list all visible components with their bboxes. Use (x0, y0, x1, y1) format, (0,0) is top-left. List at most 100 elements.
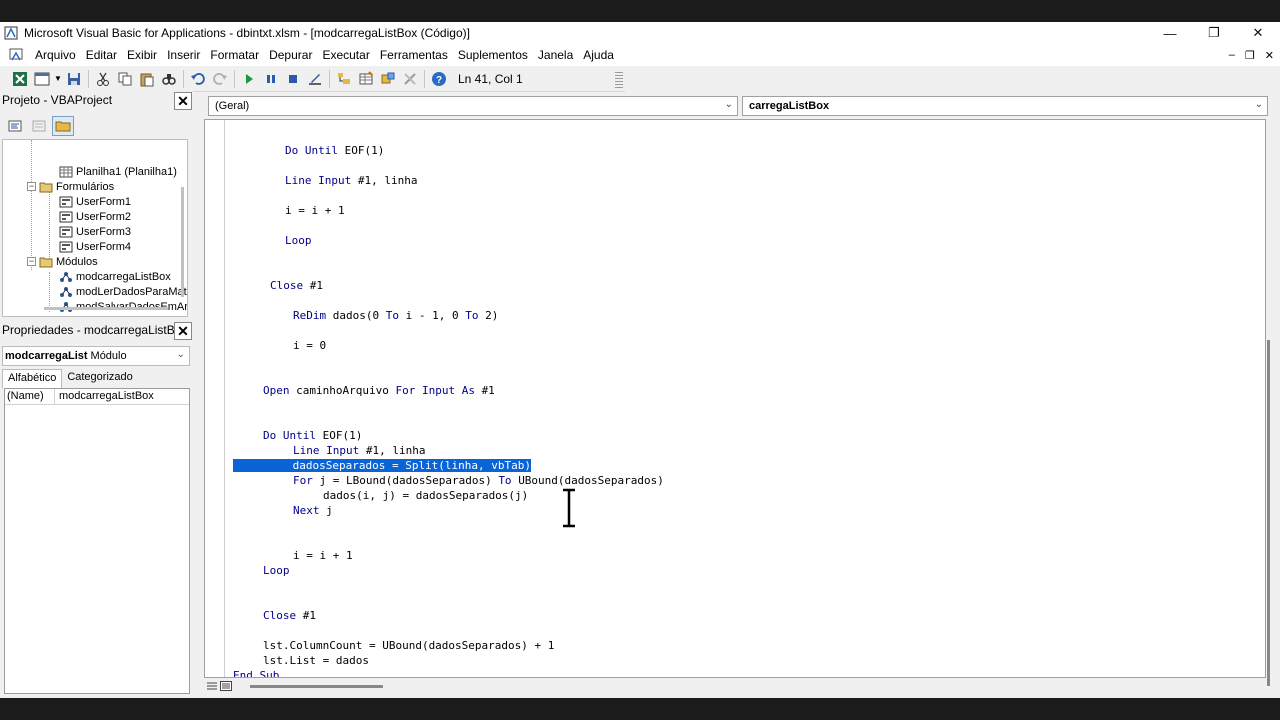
insert-userform-icon[interactable] (32, 69, 52, 89)
save-icon[interactable] (64, 69, 84, 89)
tree-item-modulos[interactable]: − Módulos (27, 254, 98, 269)
copy-icon[interactable] (115, 69, 135, 89)
tree-item-label: UserForm2 (76, 210, 132, 223)
code-horizontal-scroll-thumb[interactable] (250, 685, 383, 688)
menu-editar[interactable]: Editar (81, 48, 122, 62)
menu-exibir[interactable]: Exibir (122, 48, 162, 62)
code-line[interactable]: i = i + 1 (285, 204, 345, 218)
property-value[interactable]: modcarregaListBox (55, 389, 154, 404)
title-bar: Microsoft Visual Basic for Applications … (0, 22, 1280, 44)
code-line[interactable]: Line Input #1, linha (285, 174, 417, 188)
code-line[interactable]: Close #1 (270, 279, 323, 293)
collapse-icon[interactable]: − (27, 182, 36, 191)
selected-code-text[interactable]: dadosSeparados = Split(linha, vbTab) (292, 459, 532, 472)
menu-inserir[interactable]: Inserir (162, 48, 205, 62)
properties-panel-close-button[interactable]: ✕ (174, 322, 192, 340)
code-line[interactable]: dadosSeparados = Split(linha, vbTab) (233, 459, 532, 473)
tree-item-userform1[interactable]: UserForm1 (59, 194, 131, 209)
excel-icon[interactable] (10, 69, 30, 89)
code-line[interactable]: Next j (293, 504, 333, 518)
tree-item-userform4[interactable]: UserForm4 (59, 239, 131, 254)
break-icon[interactable] (261, 69, 281, 89)
undo-icon[interactable] (188, 69, 208, 89)
code-line[interactable]: ReDim dados(0 To i - 1, 0 To 2) (293, 309, 498, 323)
menu-depurar[interactable]: Depurar (264, 48, 317, 62)
dropdown-arrow-icon[interactable]: ▼ (54, 69, 62, 89)
mdi-restore-button[interactable]: ❐ (1245, 49, 1255, 62)
code-line[interactable]: lst.List = dados (263, 654, 369, 668)
code-line[interactable]: Do Until EOF(1) (285, 144, 384, 158)
menu-formatar[interactable]: Formatar (205, 48, 264, 62)
cut-icon[interactable] (93, 69, 113, 89)
code-margin-indicator-bar[interactable] (205, 120, 225, 677)
code-line[interactable]: lst.ColumnCount = UBound(dadosSeparados)… (263, 639, 554, 653)
procedure-select[interactable]: carregaListBox ⌄ (742, 96, 1268, 116)
code-combos: (Geral) ⌄ carregaListBox ⌄ (204, 94, 1276, 118)
project-toolbar (0, 114, 193, 138)
help-icon[interactable]: ? (429, 69, 449, 89)
tree-item-modlerdadosparamat[interactable]: modLerDadosParaMat (59, 284, 187, 299)
toolbar-grip[interactable] (615, 72, 623, 88)
code-editor[interactable]: Do Until EOF(1) Line Input #1, linha i = i… (204, 119, 1266, 678)
vba-menu-icon[interactable] (8, 47, 24, 63)
tab-categorizado[interactable]: Categorizado (62, 369, 137, 388)
worksheet-icon (59, 166, 73, 177)
run-icon[interactable] (239, 69, 259, 89)
code-line[interactable]: Loop (263, 564, 290, 578)
menu-janela[interactable]: Janela (533, 48, 578, 62)
code-line[interactable]: Do Until EOF(1) (263, 429, 362, 443)
project-horizontal-scrollbar[interactable] (44, 307, 168, 310)
object-browser-icon[interactable] (378, 69, 398, 89)
code-line[interactable]: dados(i, j) = dadosSeparados(j) (323, 489, 528, 503)
code-line[interactable]: i = 0 (293, 339, 326, 353)
procedure-view-icon[interactable] (206, 680, 218, 692)
mdi-minimize-button[interactable]: ‒ (1229, 49, 1235, 61)
view-code-icon[interactable] (4, 116, 26, 136)
properties-object-select[interactable]: modcarregaList Módulo ⌄ (2, 346, 190, 366)
menu-arquivo[interactable]: Arquivo (30, 48, 81, 62)
project-panel-close-button[interactable]: ✕ (174, 92, 192, 110)
tree-item-label: UserForm4 (76, 240, 132, 253)
code-line[interactable]: Loop (285, 234, 312, 248)
object-select[interactable]: (Geral) ⌄ (208, 96, 738, 116)
userform-icon (59, 241, 73, 252)
project-vertical-scrollbar[interactable] (181, 187, 184, 297)
properties-icon[interactable] (356, 69, 376, 89)
view-object-icon[interactable] (28, 116, 50, 136)
code-vertical-scroll-thumb[interactable] (1267, 340, 1270, 686)
project-explorer-icon[interactable] (334, 69, 354, 89)
tab-alfabetico[interactable]: Alfabético (2, 369, 63, 388)
code-keyword: To (465, 309, 486, 322)
code-line[interactable]: i = i + 1 (293, 549, 353, 563)
tree-item-planilha1[interactable]: Planilha1 (Planilha1) (59, 164, 177, 179)
code-line[interactable]: Open caminhoArquivo For Input As #1 (263, 384, 495, 398)
tree-item-modcarregalistbox[interactable]: modcarregaListBox (59, 269, 171, 284)
reset-icon[interactable] (283, 69, 303, 89)
code-text: caminhoArquivo (296, 384, 396, 397)
full-module-view-icon[interactable] (220, 680, 232, 692)
tree-item-userform3[interactable]: UserForm3 (59, 224, 131, 239)
mdi-close-button[interactable]: ✕ (1265, 49, 1274, 62)
property-row[interactable]: (Name) modcarregaListBox (5, 389, 189, 405)
minimize-button[interactable]: — (1148, 22, 1192, 44)
toggle-folders-icon[interactable] (52, 116, 74, 136)
menu-ferramentas[interactable]: Ferramentas (375, 48, 453, 62)
menu-executar[interactable]: Executar (317, 48, 374, 62)
find-icon[interactable] (159, 69, 179, 89)
code-line[interactable]: Close #1 (263, 609, 316, 623)
menu-suplementos[interactable]: Suplementos (453, 48, 533, 62)
properties-tabs: Alfabético Categorizado (2, 368, 190, 388)
redo-icon[interactable] (210, 69, 230, 89)
design-mode-icon[interactable] (305, 69, 325, 89)
menu-ajuda[interactable]: Ajuda (578, 48, 619, 62)
tree-item-formularios[interactable]: − Formulários (27, 179, 114, 194)
paste-icon[interactable] (137, 69, 157, 89)
code-line[interactable]: Line Input #1, linha (293, 444, 425, 458)
restore-button[interactable]: ❐ (1192, 22, 1236, 44)
code-line[interactable]: End Sub (233, 669, 279, 677)
close-button[interactable]: ✕ (1236, 22, 1280, 44)
collapse-icon[interactable]: − (27, 257, 36, 266)
code-line[interactable]: For j = LBound(dadosSeparados) To UBound… (293, 474, 664, 488)
toolbox-icon[interactable] (400, 69, 420, 89)
tree-item-userform2[interactable]: UserForm2 (59, 209, 131, 224)
